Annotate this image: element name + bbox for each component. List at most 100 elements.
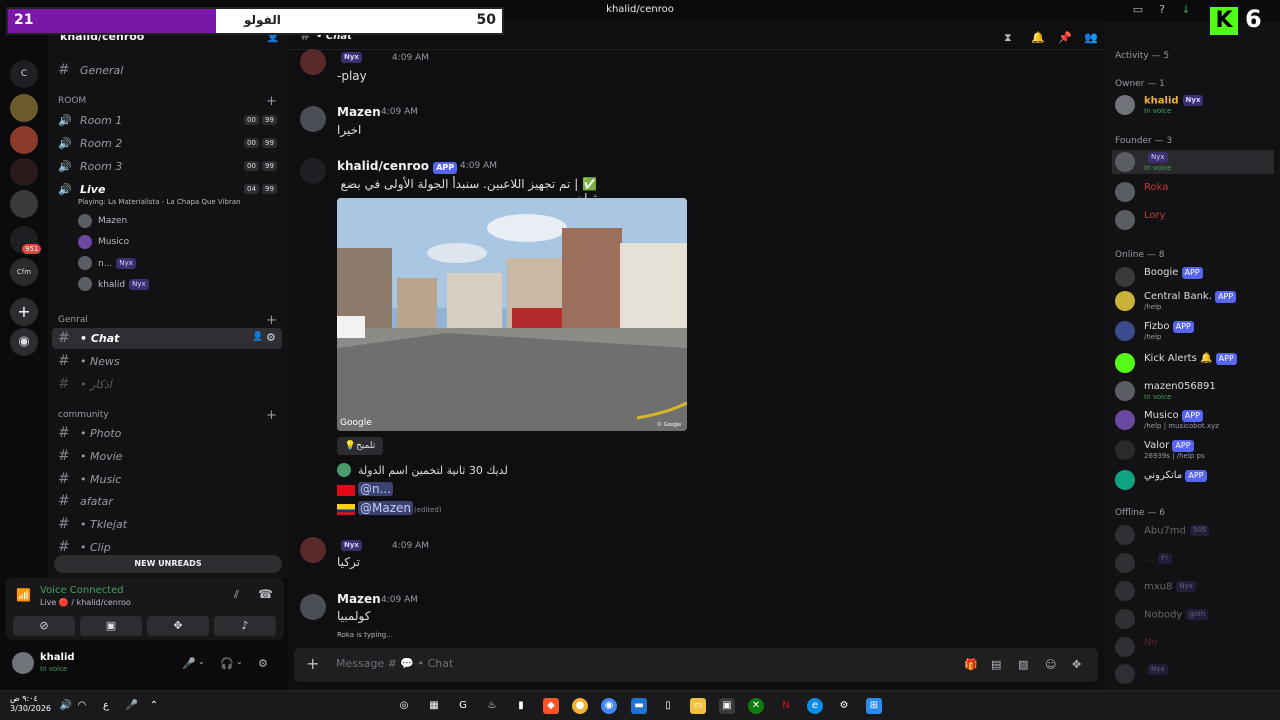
member-offline-1[interactable]: Abu7md 505 [1112,523,1274,547]
discover-icon[interactable]: ◉ [10,328,38,356]
help-icon[interactable]: ? [1155,3,1169,17]
chevron-up-icon[interactable]: ⌃ [146,698,162,714]
bot-avatar[interactable] [300,158,326,184]
channel-azkar[interactable]: # • اذكار [52,374,282,395]
message-author[interactable]: khalid/cenroo APP [337,159,458,174]
inbox-icon[interactable]: ▭ [1131,3,1145,17]
bell-icon[interactable]: 🔔 [1031,31,1045,44]
channel-chat[interactable]: # • Chat 👤 ⚙ [52,328,282,349]
member-offline-3[interactable]: mxu8 Nyx [1112,579,1274,603]
avatar[interactable] [300,106,326,132]
app-icon-3[interactable]: G [455,698,471,714]
wifi-icon[interactable]: ◠ [74,698,90,714]
volume-icon[interactable]: 🔊 [58,698,74,714]
member-online-3[interactable]: Fizbo APP/help [1112,319,1274,343]
server-icon-3[interactable] [10,126,38,154]
add-member-icon[interactable]: 👤 [252,332,263,342]
app-icon-1[interactable]: ◎ [396,698,412,714]
category-room[interactable]: ROOM [58,96,86,106]
voice-channel-path[interactable]: Live 🔴 / khalid/cenroo [40,598,131,607]
steam-icon[interactable]: ♨ [484,698,500,714]
signal-icon[interactable]: 📶 [16,588,31,602]
server-cfm[interactable]: Cfm [10,258,38,286]
channel-afatar[interactable]: # afatar [52,491,282,512]
clock[interactable]: ٩:٠٤ ص 3/30/2026 [10,694,51,714]
voice-room-2[interactable]: 🔊 Room 2 00 99 [52,133,282,154]
language-icon[interactable]: ع [98,698,114,714]
emoji-icon[interactable]: ☺ [1045,658,1056,671]
channel-news[interactable]: # • News [52,351,282,372]
member-founder-3[interactable]: Lory [1112,208,1274,232]
chevron-down-icon[interactable]: ⌄ [198,657,205,666]
screen-share-button[interactable]: ▣ [80,616,142,636]
soundboard-button[interactable]: ♪ [214,616,276,636]
gear-icon[interactable]: ⚙ [258,657,268,670]
discord-icon[interactable]: ● [572,698,588,714]
app-icon-9[interactable]: ▬ [631,698,647,714]
add-channel-icon[interactable]: + [266,313,277,328]
member-online-2[interactable]: Central Bank. APP/help [1112,289,1274,313]
channel-movie[interactable]: # • Movie [52,446,282,467]
server-icon-2[interactable] [10,94,38,122]
message-author[interactable]: Nyx [337,540,362,551]
message-input[interactable]: Message # 💬 • Chat [336,657,453,670]
app-icon-5[interactable]: ▮ [513,698,529,714]
file-explorer-icon[interactable]: ▭ [690,698,706,714]
netflix-icon[interactable]: N [778,698,794,714]
store-icon[interactable]: ▣ [719,698,735,714]
message-author[interactable]: Nyx [337,52,362,63]
download-icon[interactable]: ↓ [1179,3,1193,17]
member-online-4[interactable]: Kick Alerts 🔔 APP [1112,351,1274,375]
chevron-down-icon[interactable]: ⌄ [236,657,243,666]
channel-tklejat[interactable]: # • Tklejat [52,514,282,535]
hint-button[interactable]: 💡تلميح [337,437,383,455]
gift-icon[interactable]: 🎁 [964,658,978,671]
app-icon-10[interactable]: ▯ [660,698,676,714]
member-online-6[interactable]: Musico APP/help | musicobot.xyz [1112,408,1274,432]
member-offline-2[interactable]: … ٣١ [1112,551,1274,575]
member-offline-4[interactable]: Nobody goth [1112,607,1274,631]
member-online-8[interactable]: ماتكروني APP [1112,468,1274,492]
xbox-icon[interactable]: ✕ [748,698,764,714]
mention-user[interactable]: @n... [358,482,394,496]
apps-icon[interactable]: ✥ [1072,658,1081,671]
channel-photo[interactable]: # • Photo [52,423,282,444]
add-attachment-icon[interactable]: + [306,654,319,673]
server-khalid-cenroo[interactable]: C [10,60,38,88]
message-composer[interactable]: + Message # 💬 • Chat 🎁 ▤ ▧ ☺ ✥ [294,648,1098,682]
voice-user-khalid[interactable]: khalid Nyx [98,279,149,290]
chrome-icon[interactable]: ◉ [601,698,617,714]
disconnect-icon[interactable]: ☎ [258,587,273,601]
channel-general[interactable]: # General [52,60,282,81]
member-offline-5[interactable]: No [1112,635,1274,659]
member-online-5[interactable]: mazen056891 In voice [1112,379,1274,403]
message-author[interactable]: Mazen [337,592,381,606]
settings-icon[interactable]: ⚙ [836,698,852,714]
sticker-icon[interactable]: ▧ [1018,658,1028,671]
brave-icon[interactable]: ◆ [543,698,559,714]
add-channel-icon[interactable]: + [266,94,277,109]
add-channel-icon[interactable]: + [266,408,277,423]
pin-icon[interactable]: 📌 [1058,31,1072,44]
headphones-icon[interactable]: 🎧 [220,657,234,670]
voice-room-3[interactable]: 🔊 Room 3 00 99 [52,156,282,177]
microphone-icon[interactable]: 🎤 [182,657,196,670]
channel-music[interactable]: # • Music [52,469,282,490]
member-founder-1[interactable]: Nyx In voice [1112,150,1274,174]
camera-off-button[interactable]: ⊘ [13,616,75,636]
voice-user-n[interactable]: n... Nyx [98,258,136,269]
avatar[interactable] [300,537,326,563]
voice-room-1[interactable]: 🔊 Room 1 00 99 [52,110,282,131]
edge-icon[interactable]: e [807,698,823,714]
voice-user-mazen[interactable]: Mazen [98,216,127,226]
windows-start-icon[interactable]: ⊞ [866,698,882,714]
mention-user[interactable]: @Mazen [358,501,413,515]
threads-icon[interactable]: ⧗ [1004,31,1012,45]
new-unreads-button[interactable]: NEW UNREADS [54,555,282,573]
voice-live[interactable]: 🔊 Live 04 99 [52,179,282,200]
message-author[interactable]: Mazen [337,105,381,119]
server-icon-4[interactable] [10,158,38,186]
activities-button[interactable]: ✥ [147,616,209,636]
member-owner[interactable]: khalid Nyx In voice [1112,93,1274,117]
avatar[interactable] [300,594,326,620]
